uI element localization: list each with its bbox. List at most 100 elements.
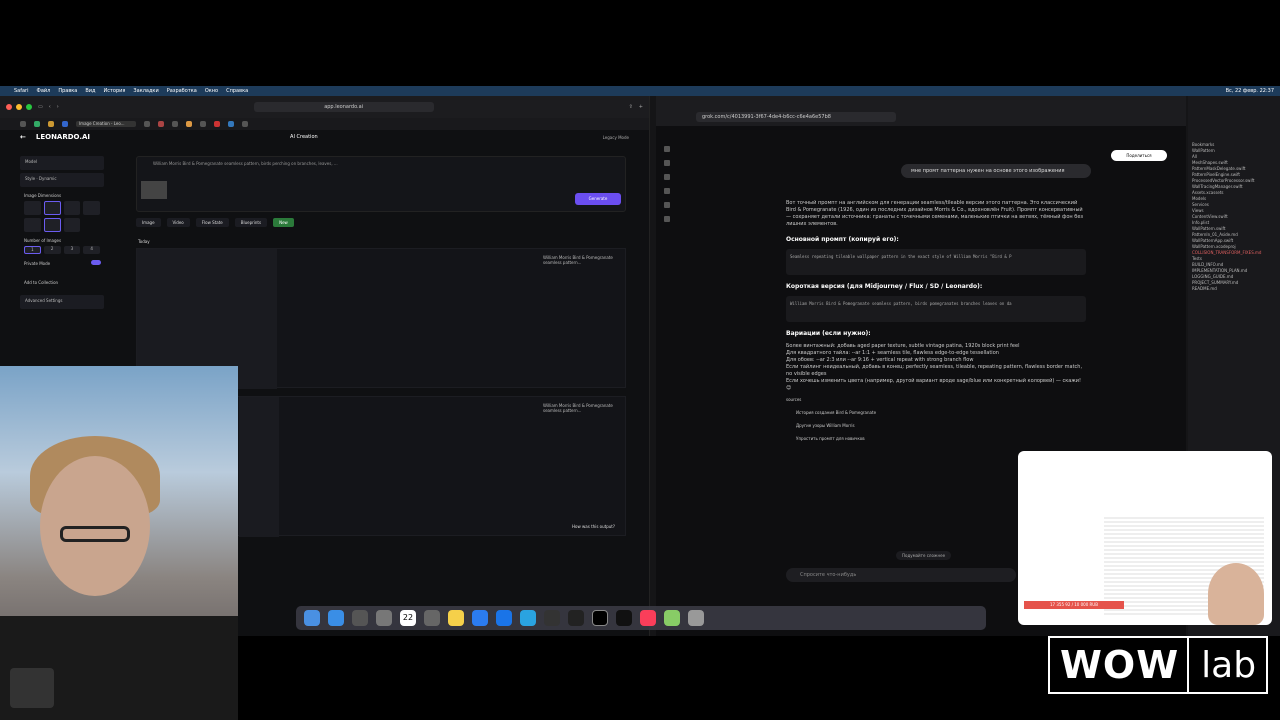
- history-icon[interactable]: [664, 216, 670, 222]
- leonardo-header: ← LEONARDO.AI AI Creation Legacy Mode: [0, 130, 649, 144]
- menubar-app[interactable]: Safari: [14, 88, 29, 94]
- tab-favicon[interactable]: [34, 121, 40, 127]
- menubar-item-develop[interactable]: Разработка: [167, 88, 197, 94]
- menubar-item-bookmarks[interactable]: Закладки: [133, 88, 158, 94]
- page-title: AI Creation: [290, 134, 318, 140]
- num-images-option[interactable]: 3: [63, 246, 81, 254]
- back-icon[interactable]: ‹: [49, 104, 51, 110]
- cursor-icon[interactable]: [568, 610, 584, 626]
- menubar-item-view[interactable]: Вид: [85, 88, 95, 94]
- grok-logo-icon[interactable]: [664, 146, 670, 152]
- tab-video[interactable]: Video: [166, 218, 190, 227]
- aspect-option[interactable]: [83, 201, 100, 215]
- size-option[interactable]: [43, 218, 61, 232]
- file-item[interactable]: README.md: [1192, 286, 1276, 292]
- size-option[interactable]: [24, 218, 41, 232]
- followup-suggestion[interactable]: Упростить промпт для новичков: [796, 435, 1086, 442]
- tab-favicon[interactable]: [20, 121, 26, 127]
- num-images-option[interactable]: 2: [43, 246, 61, 254]
- aspect-option[interactable]: [43, 201, 61, 215]
- private-mode-toggle[interactable]: Private Mode: [24, 260, 104, 266]
- tab-favicon[interactable]: [158, 121, 164, 127]
- new-tab-icon[interactable]: +: [639, 104, 643, 110]
- num-images-option[interactable]: 4: [83, 246, 100, 254]
- sources-button[interactable]: sources: [786, 396, 1086, 403]
- tab-favicon[interactable]: [62, 121, 68, 127]
- tab-favicon[interactable]: [172, 121, 178, 127]
- settings-icon[interactable]: [376, 610, 392, 626]
- project-icon[interactable]: [664, 202, 670, 208]
- close-window-button[interactable]: [6, 104, 12, 110]
- terminal-icon[interactable]: [592, 610, 608, 626]
- address-bar[interactable]: app.leonardo.ai: [253, 102, 434, 112]
- aspect-option[interactable]: [24, 201, 41, 215]
- notes-icon[interactable]: [448, 610, 464, 626]
- prompt-input[interactable]: William Morris Bird & Pomegranate seamle…: [136, 156, 626, 212]
- back-arrow-icon[interactable]: ←: [20, 133, 26, 141]
- calendar-icon[interactable]: 22: [400, 610, 416, 626]
- safari-icon[interactable]: [328, 610, 344, 626]
- code-block-main[interactable]: Seamless repeating tileable wallpaper pa…: [786, 249, 1086, 275]
- followup-suggestion[interactable]: Другие узоры William Morris: [796, 422, 1086, 429]
- aspect-option[interactable]: [63, 201, 81, 215]
- tab-blueprints[interactable]: Blueprints: [234, 218, 268, 227]
- add-to-collection[interactable]: Add to Collection: [24, 280, 104, 285]
- size-option[interactable]: [63, 218, 81, 232]
- tab-favicon[interactable]: [242, 121, 248, 127]
- finder-icon[interactable]: [304, 610, 320, 626]
- prompt-text: William Morris Bird & Pomegranate seamle…: [153, 161, 338, 166]
- forward-icon[interactable]: ›: [57, 104, 59, 110]
- legacy-mode-toggle[interactable]: Legacy Mode: [603, 135, 629, 140]
- tab-favicon[interactable]: [228, 121, 234, 127]
- tab-image[interactable]: Image: [136, 218, 161, 227]
- music-icon[interactable]: [640, 610, 656, 626]
- telegram-icon[interactable]: [520, 610, 536, 626]
- tab-favicon[interactable]: [200, 121, 206, 127]
- think-harder-hint[interactable]: Подумайте сложнее: [896, 551, 952, 560]
- toggle-switch[interactable]: [91, 260, 102, 265]
- chat-icon[interactable]: [664, 174, 670, 180]
- menubar-item-edit[interactable]: Правка: [58, 88, 77, 94]
- sidebar-toggle-icon[interactable]: ▭: [38, 104, 43, 110]
- menubar-item-history[interactable]: История: [104, 88, 126, 94]
- pattern-image[interactable]: [239, 397, 279, 537]
- webcam-overlay: [0, 366, 238, 720]
- address-bar[interactable]: grok.com/c/4013991-3f67-4de4-b6cc-c6e4a6…: [696, 112, 896, 122]
- menubar-item-file[interactable]: Файл: [37, 88, 51, 94]
- reference-image-thumb[interactable]: [141, 181, 167, 199]
- tab-favicon[interactable]: [144, 121, 150, 127]
- chatgpt-icon[interactable]: [544, 610, 560, 626]
- brand-logo[interactable]: LEONARDO.AI: [36, 133, 90, 141]
- photos-icon[interactable]: [664, 610, 680, 626]
- search-icon[interactable]: [664, 160, 670, 166]
- advanced-settings[interactable]: Advanced Settings: [20, 295, 104, 309]
- mode-tabs: Image Video Flow State Blueprints New: [136, 218, 626, 227]
- model-selector[interactable]: Model: [20, 156, 104, 170]
- zoom-window-button[interactable]: [26, 104, 32, 110]
- tab-favicon[interactable]: [48, 121, 54, 127]
- generate-button[interactable]: Generate: [575, 193, 621, 205]
- tab-image-creation[interactable]: Image Creation - Leo...: [76, 121, 136, 127]
- feedback-prompt[interactable]: How was this output?: [572, 524, 615, 529]
- followup-suggestion[interactable]: История создания Bird & Pomegranate: [796, 409, 1086, 416]
- appstore-icon[interactable]: [472, 610, 488, 626]
- trash-icon[interactable]: [688, 610, 704, 626]
- tab-flow-state[interactable]: Flow State: [195, 218, 229, 227]
- style-selector[interactable]: Style · Dynamic: [20, 173, 104, 187]
- menubar-item-window[interactable]: Окно: [205, 88, 218, 94]
- num-images-option[interactable]: 1: [24, 246, 41, 254]
- launchpad-icon[interactable]: [352, 610, 368, 626]
- tab-favicon[interactable]: [214, 121, 220, 127]
- app-icon[interactable]: [424, 610, 440, 626]
- tab-favicon[interactable]: [186, 121, 192, 127]
- menubar-item-help[interactable]: Справка: [226, 88, 248, 94]
- share-button[interactable]: Поделиться: [1111, 150, 1167, 161]
- github-icon[interactable]: [616, 610, 632, 626]
- xcode-icon[interactable]: [496, 610, 512, 626]
- pip-video[interactable]: 17 355 92 / 10 000 RUB: [1018, 451, 1272, 625]
- code-block-short[interactable]: William Morris Bird & Pomegranate seamle…: [786, 296, 1086, 322]
- image-icon[interactable]: [664, 188, 670, 194]
- share-icon[interactable]: ⇪: [629, 104, 633, 110]
- chat-input[interactable]: Спросите что-нибудь: [786, 568, 1016, 582]
- minimize-window-button[interactable]: [16, 104, 22, 110]
